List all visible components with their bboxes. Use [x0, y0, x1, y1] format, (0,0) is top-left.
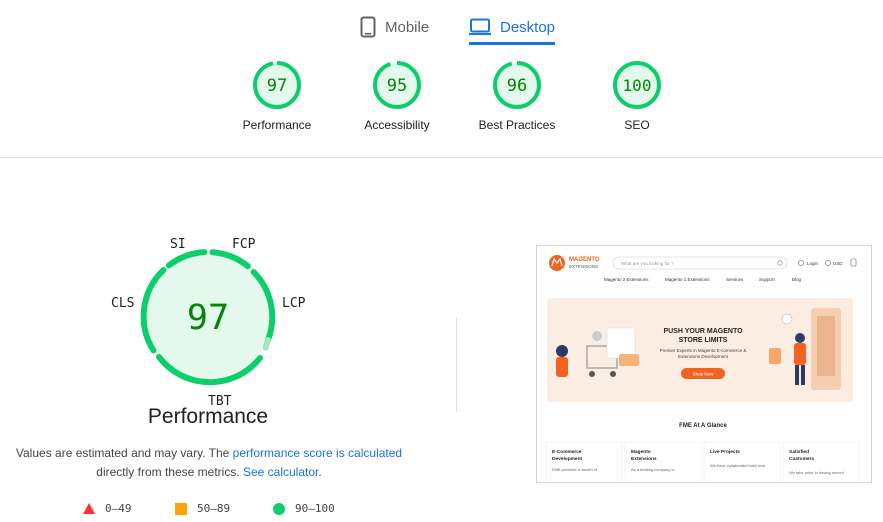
screenshot-card-title: Satisfied [789, 449, 809, 455]
score-summary: 97 Performance 95 Accessibility 96 Best … [0, 60, 883, 150]
screenshot-user-icon [798, 260, 804, 266]
screenshot-login: Login [807, 261, 819, 266]
desktop-monitor-icon [469, 18, 491, 35]
screenshot-hero-title-1: PUSH YOUR MAGENTO [663, 328, 743, 335]
gauge-value: 96 [507, 76, 527, 96]
metric-si-label: SI [170, 237, 186, 252]
screenshot-card-body: As a leading company in [631, 467, 675, 472]
screenshot-nav-item: Support [759, 277, 776, 282]
screenshot-search-placeholder: What are you looking for ? [621, 261, 674, 266]
gauge-label: SEO [624, 118, 650, 132]
score-legend: 0–49 50–89 90–100 [0, 502, 420, 518]
screenshot-render: MAGENTO EXTENSIONS What are you looking … [537, 255, 871, 482]
tab-mobile-label: Mobile [385, 18, 430, 36]
screenshot-nav-item: Magento 2 Extensions [604, 277, 649, 282]
device-tabs: Mobile Desktop [0, 0, 883, 48]
gauge-value: 97 [267, 76, 287, 96]
screenshot-nav-item: Services [726, 277, 744, 282]
metric-fcp-label: FCP [232, 237, 256, 252]
screenshot-card-title: Magento [631, 449, 651, 455]
screenshot-card-title: Extensions [631, 456, 657, 462]
legend-pass-range: 90–100 [295, 502, 335, 515]
legend-pass: 90–100 [273, 502, 335, 515]
section-divider [0, 157, 883, 158]
legend-average-range: 50–89 [197, 502, 231, 515]
screenshot-hero-title-2: STORE LIMITS [679, 337, 728, 344]
gauge-seo[interactable]: 100 SEO [582, 60, 692, 132]
screenshot-hero-sub-2: Extensions Development [678, 354, 729, 359]
gauge-value: 100 [623, 76, 652, 95]
gauge-label: Performance [242, 118, 312, 132]
gauge-value: 95 [387, 76, 407, 96]
gauge-accessibility[interactable]: 95 Accessibility [342, 60, 452, 132]
gauge-ring: 96 [493, 61, 541, 109]
screenshot-nav-item: Magento 1 Extensions [665, 277, 710, 282]
performance-score: 97 [187, 298, 229, 338]
metric-lcp-label: LCP [282, 296, 306, 311]
legend-fail-range: 0–49 [105, 502, 132, 515]
tab-desktop-label: Desktop [500, 18, 556, 36]
performance-gauge-ring: 97 [140, 249, 276, 386]
score-calculation-link[interactable]: performance score is calculated [233, 446, 402, 460]
note-middle: directly from these metrics. [96, 465, 243, 479]
performance-gauge: 97 SI FCP LCP TBT CLS [108, 236, 308, 411]
tab-desktop[interactable]: Desktop [469, 10, 555, 44]
see-calculator-link[interactable]: See calculator [243, 465, 318, 479]
gauge-label: Accessibility [364, 118, 430, 132]
screenshot-card-body: We take pride in having served [789, 470, 844, 475]
gauge-performance[interactable]: 97 Performance [222, 60, 332, 132]
screenshot-card-body: FME provides a wealth of [552, 467, 598, 472]
green-circle-icon [273, 502, 285, 515]
mobile-phone-icon [360, 16, 376, 38]
screenshot-card-title: Development [552, 456, 583, 462]
gauge-label: Best Practices [478, 118, 556, 132]
vertical-divider [456, 318, 457, 412]
note-prefix: Values are estimated and may vary. The [15, 446, 233, 460]
screenshot-card-title: E-Commerce [552, 449, 582, 455]
gauge-ring: 100 [613, 61, 661, 109]
screenshot-card-title: Live Projects [710, 449, 740, 455]
screenshot-hero-sub-1: Premier Experts in Magento E-commerce & [660, 348, 747, 353]
note-suffix: . [318, 465, 322, 479]
screenshot-currency: USD [833, 261, 843, 266]
gauge-ring: 97 [253, 61, 301, 109]
gauge-best-practices[interactable]: 96 Best Practices [462, 60, 572, 132]
screenshot-globe-icon [825, 260, 831, 266]
screenshot-card-body: We have collaborated with over [710, 463, 766, 468]
screenshot-nav-item: Blog [792, 277, 802, 282]
legend-average: 50–89 [175, 502, 230, 515]
orange-square-icon [175, 502, 187, 515]
red-triangle-icon [83, 503, 95, 514]
segment-lcp-remainder [262, 337, 271, 351]
estimate-note: Values are estimated and may vary. The p… [0, 444, 418, 482]
legend-fail: 0–49 [83, 502, 132, 515]
screenshot-section-title: FME At A Glance [679, 423, 727, 429]
metric-cls-label: CLS [111, 296, 135, 311]
final-screenshot: MAGENTO EXTENSIONS What are you looking … [536, 245, 872, 483]
active-tab-indicator [469, 42, 555, 45]
tab-mobile[interactable]: Mobile [360, 10, 429, 44]
screenshot-card-title: Customers [789, 456, 814, 462]
logo-bottom-text: EXTENSIONS [569, 264, 598, 269]
performance-title: Performance [147, 405, 269, 428]
screenshot-cart-icon [850, 258, 857, 267]
gauge-ring: 95 [373, 61, 421, 109]
screenshot-hero-button-label: Shop Now [693, 372, 715, 377]
logo-top-text: MAGENTO [569, 257, 600, 263]
